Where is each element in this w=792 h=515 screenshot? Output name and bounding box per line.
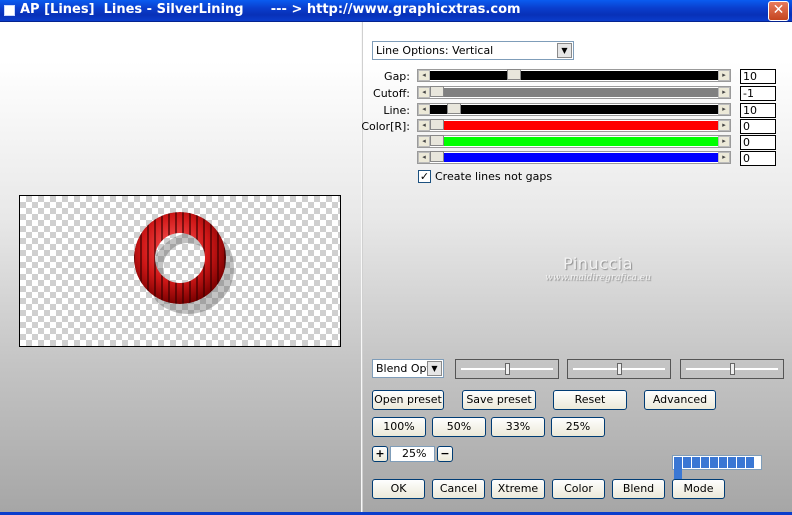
app-icon — [4, 5, 15, 16]
watermark-name: Pinuccia — [563, 254, 633, 273]
zoom-50-button[interactable]: 50% — [432, 417, 486, 437]
save-preset-button[interactable]: Save preset — [462, 390, 536, 410]
slider-fill — [430, 88, 718, 97]
progress-bar — [672, 455, 762, 479]
scroll-right-icon[interactable]: ▸ — [718, 87, 730, 98]
zoom-out-button[interactable]: − — [437, 446, 453, 462]
zoom-in-button[interactable]: + — [372, 446, 388, 462]
slider-thumb[interactable] — [447, 103, 461, 114]
line-options-value: Line Options: Vertical — [376, 44, 494, 57]
slider-thumb[interactable] — [730, 363, 735, 375]
scroll-left-icon[interactable]: ◂ — [418, 87, 430, 98]
mode-button[interactable]: Mode — [672, 479, 725, 499]
create-lines-checkbox[interactable]: ✓ — [418, 170, 431, 183]
scroll-right-icon[interactable]: ▸ — [718, 152, 730, 163]
scroll-left-icon[interactable]: ◂ — [418, 136, 430, 147]
color-r-value-field[interactable]: 0 — [740, 119, 776, 134]
scroll-left-icon[interactable]: ◂ — [418, 70, 430, 81]
chevron-down-icon[interactable]: ▼ — [557, 43, 572, 58]
cutoff-value-field[interactable]: -1 — [740, 86, 776, 101]
slider-fill — [430, 71, 718, 80]
color-g-slider[interactable]: ◂ ▸ — [417, 135, 731, 148]
color-b-value-field[interactable]: 0 — [740, 151, 776, 166]
slider-thumb[interactable] — [430, 151, 444, 162]
advanced-button[interactable]: Advanced — [644, 390, 716, 410]
slider-thumb[interactable] — [507, 69, 521, 80]
xtreme-button[interactable]: Xtreme — [491, 479, 545, 499]
cancel-button[interactable]: Cancel — [432, 479, 485, 499]
create-lines-label: Create lines not gaps — [435, 170, 553, 183]
watermark-url: www.maidiregrafica.eu — [545, 273, 651, 283]
zoom-33-button[interactable]: 33% — [491, 417, 545, 437]
slider-thumb[interactable] — [430, 119, 444, 130]
title-bar: AP [Lines] Lines - SilverLining --- > ht… — [0, 0, 792, 22]
gap-value-field[interactable]: 10 — [740, 69, 776, 84]
zoom-25-button[interactable]: 25% — [551, 417, 605, 437]
zoom-value-field[interactable]: 25% — [390, 446, 435, 462]
chevron-down-icon[interactable]: ▼ — [427, 361, 442, 376]
gap-slider[interactable]: ◂ ▸ — [417, 69, 731, 82]
preview-ring-image — [133, 206, 242, 324]
line-label: Line: — [383, 104, 410, 117]
line-options-select[interactable]: Line Options: Vertical ▼ — [372, 41, 574, 60]
blend-button[interactable]: Blend — [612, 479, 665, 499]
reset-button[interactable]: Reset — [553, 390, 627, 410]
progress-segment — [674, 468, 682, 479]
scroll-right-icon[interactable]: ▸ — [718, 70, 730, 81]
open-preset-button[interactable]: Open preset — [372, 390, 444, 410]
watermark: Pinuccia www.maidiregrafica.eu — [533, 254, 663, 283]
scroll-right-icon[interactable]: ▸ — [718, 136, 730, 147]
progress-segment — [737, 457, 745, 468]
scroll-right-icon[interactable]: ▸ — [718, 120, 730, 131]
progress-segment — [728, 457, 736, 468]
preview-canvas[interactable] — [19, 195, 341, 347]
slider-thumb[interactable] — [430, 135, 444, 146]
ok-button[interactable]: OK — [372, 479, 425, 499]
slider-fill — [430, 121, 718, 130]
slider-thumb[interactable] — [617, 363, 622, 375]
progress-segment — [692, 457, 700, 468]
color-r-slider[interactable]: ◂ ▸ — [417, 119, 731, 132]
color-r-label: Color[R]: — [361, 120, 410, 133]
progress-segment — [746, 457, 754, 468]
scroll-right-icon[interactable]: ▸ — [718, 104, 730, 115]
gap-label: Gap: — [384, 70, 410, 83]
scroll-left-icon[interactable]: ◂ — [418, 152, 430, 163]
cutoff-slider[interactable]: ◂ ▸ — [417, 86, 731, 99]
progress-segment — [674, 457, 682, 468]
red-color-slider[interactable] — [455, 359, 559, 379]
checkmark-icon: ✓ — [419, 170, 430, 183]
blue-color-slider[interactable] — [680, 359, 784, 379]
color-button[interactable]: Color — [552, 479, 605, 499]
window-title: AP [Lines] Lines - SilverLining --- > ht… — [20, 2, 521, 17]
progress-segment — [701, 457, 709, 468]
slider-fill — [430, 153, 718, 162]
scroll-left-icon[interactable]: ◂ — [418, 104, 430, 115]
slider-fill — [430, 105, 718, 114]
blend-options-select[interactable]: Blend Optio ▼ — [372, 359, 444, 378]
line-value-field[interactable]: 10 — [740, 103, 776, 118]
green-color-slider[interactable] — [567, 359, 671, 379]
progress-segment — [683, 457, 691, 468]
slider-fill — [430, 137, 718, 146]
progress-segment — [710, 457, 718, 468]
slider-thumb[interactable] — [430, 86, 444, 97]
scroll-left-icon[interactable]: ◂ — [418, 120, 430, 131]
color-b-slider[interactable]: ◂ ▸ — [417, 151, 731, 164]
color-g-value-field[interactable]: 0 — [740, 135, 776, 150]
progress-segment — [719, 457, 727, 468]
slider-thumb[interactable] — [505, 363, 510, 375]
zoom-100-button[interactable]: 100% — [372, 417, 426, 437]
cutoff-label: Cutoff: — [373, 87, 410, 100]
line-slider[interactable]: ◂ ▸ — [417, 103, 731, 116]
close-button[interactable]: ✕ — [768, 1, 789, 21]
